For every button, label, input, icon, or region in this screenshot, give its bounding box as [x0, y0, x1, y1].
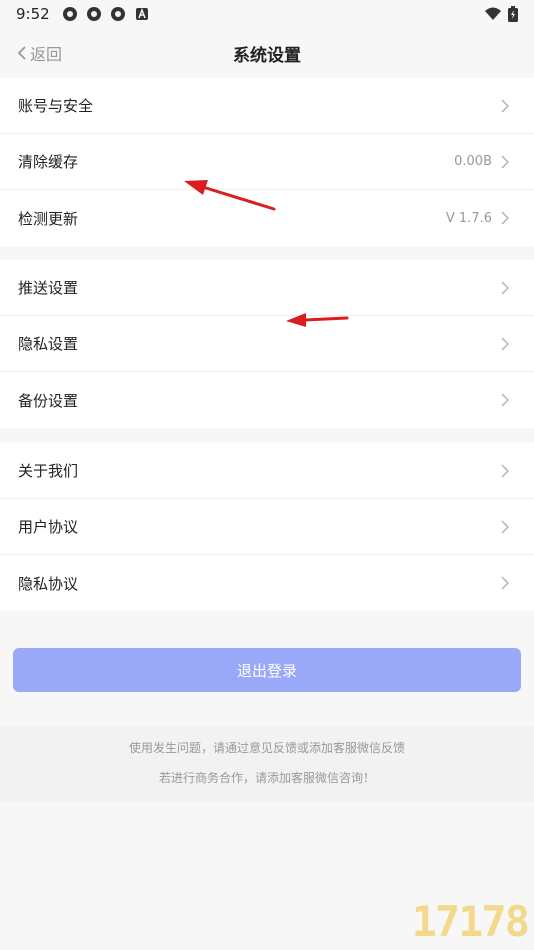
page-title: 系统设置: [233, 45, 301, 66]
battery-icon: [508, 6, 518, 22]
row-privacy-agreement[interactable]: 隐私协议: [0, 555, 534, 611]
wifi-icon: [485, 7, 501, 20]
row-label: 清除缓存: [18, 153, 79, 171]
nav-bar: 返回 系统设置: [0, 28, 534, 78]
row-account-security[interactable]: 账号与安全: [0, 78, 534, 134]
chevron-right-icon: [501, 519, 510, 534]
settings-screen: 9:52 返回 系统设置 账号与安全 清除缓存 0.00B 检测更新 V 1.7: [0, 0, 534, 950]
row-label: 推送设置: [18, 279, 79, 297]
chevron-right-icon: [501, 576, 510, 590]
row-label: 账号与安全: [18, 97, 94, 115]
row-label: 隐私协议: [18, 574, 79, 593]
settings-group-account: 账号与安全 清除缓存 0.00B 检测更新 V 1.7.6: [0, 78, 534, 246]
chevron-right-icon: [501, 280, 510, 295]
row-label: 隐私设置: [18, 335, 79, 353]
row-privacy-settings[interactable]: 隐私设置: [0, 316, 534, 372]
row-push-settings[interactable]: 推送设置: [0, 260, 534, 316]
row-backup-settings[interactable]: 备份设置: [0, 372, 534, 428]
chevron-right-icon: [501, 463, 510, 478]
settings-group-about: 关于我们 用户协议 隐私协议: [0, 443, 534, 611]
back-label: 返回: [30, 45, 63, 64]
status-right: [484, 6, 518, 22]
app-icon: [86, 7, 101, 21]
notification-a-icon: [135, 8, 148, 20]
watermark-logo: 17178: [411, 897, 530, 946]
chevron-right-icon: [501, 154, 510, 169]
app-icon: [62, 7, 77, 21]
app-icon: [110, 7, 125, 21]
chevron-right-icon: [501, 336, 510, 351]
row-label: 关于我们: [18, 462, 79, 480]
back-button[interactable]: 返回: [16, 28, 62, 78]
chevron-right-icon: [501, 393, 510, 407]
footer-line-business: 若进行商务合作，请添加客服微信咨询！: [158, 771, 375, 785]
row-label: 用户协议: [18, 518, 79, 536]
status-bar: 9:52: [0, 0, 534, 28]
version-value: V 1.7.6: [445, 210, 492, 226]
status-time: 9:52: [16, 5, 50, 23]
logout-button[interactable]: 退出登录: [13, 648, 521, 692]
chevron-right-icon: [501, 211, 510, 225]
chevron-left-icon: [17, 46, 26, 60]
row-label: 检测更新: [18, 209, 79, 228]
row-label: 备份设置: [18, 391, 79, 410]
chevron-right-icon: [501, 98, 510, 113]
row-user-agreement[interactable]: 用户协议: [0, 499, 534, 555]
settings-group-preferences: 推送设置 隐私设置 备份设置: [0, 260, 534, 428]
cache-size-value: 0.00B: [454, 154, 492, 169]
row-about-us[interactable]: 关于我们: [0, 443, 534, 499]
row-check-update[interactable]: 检测更新 V 1.7.6: [0, 190, 534, 246]
footer-notice: 使用发生问题，请通过意见反馈或添加客服微信反馈 若进行商务合作，请添加客服微信咨…: [0, 727, 534, 802]
footer-line-feedback: 使用发生问题，请通过意见反馈或添加客服微信反馈: [128, 741, 405, 755]
row-clear-cache[interactable]: 清除缓存 0.00B: [0, 134, 534, 190]
